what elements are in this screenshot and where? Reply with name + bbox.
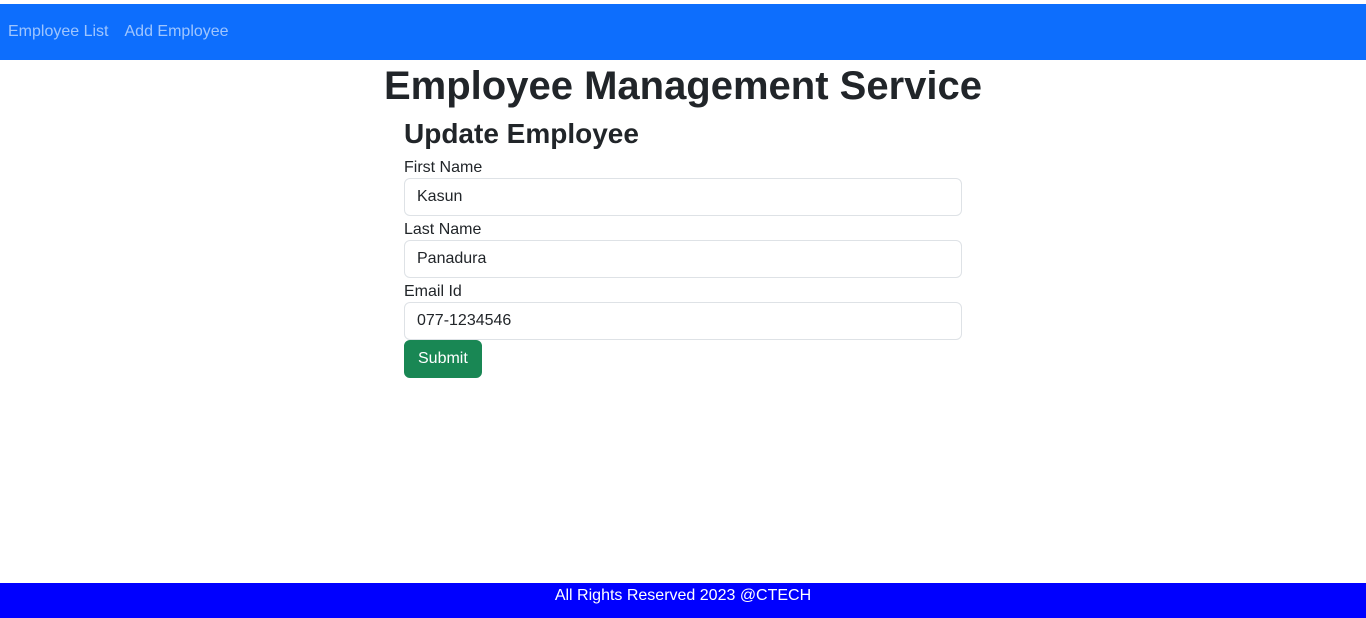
form-title: Update Employee — [404, 118, 639, 149]
email-id-label: Email Id — [404, 283, 462, 300]
page: Employee List Add Employee Employee Mana… — [0, 0, 1366, 618]
submit-button[interactable]: Submit — [404, 340, 482, 378]
last-name-label: Last Name — [404, 221, 482, 238]
first-name-input[interactable] — [404, 178, 962, 216]
first-name-label: First Name — [404, 159, 483, 176]
footer-text: All Rights Reserved 2023 @CTECH — [554, 587, 812, 604]
update-employee-form: Update Employee First Name Last Name Ema… — [404, 116, 962, 378]
nav-link-employee-list[interactable]: Employee List — [8, 20, 109, 44]
last-name-input[interactable] — [404, 240, 962, 278]
email-id-input[interactable] — [404, 302, 962, 340]
page-title: Employee Management Service — [383, 64, 983, 108]
nav-link-add-employee[interactable]: Add Employee — [125, 20, 229, 44]
footer: All Rights Reserved 2023 @CTECH — [0, 583, 1366, 618]
navbar: Employee List Add Employee — [0, 4, 1366, 60]
